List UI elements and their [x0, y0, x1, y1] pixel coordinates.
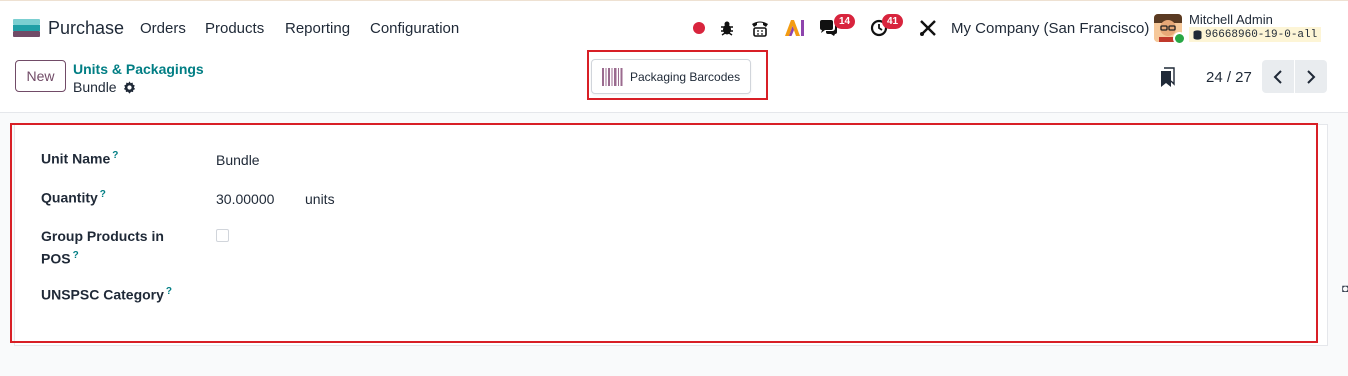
menu-configuration[interactable]: Configuration [370, 20, 459, 37]
activities-badge: 41 [882, 14, 904, 29]
app-grid-icon[interactable] [13, 19, 40, 37]
group-pos-checkbox[interactable] [216, 229, 229, 242]
next-record-button[interactable] [1295, 60, 1327, 93]
chevron-right-icon [1307, 69, 1316, 84]
menu-orders[interactable]: Orders [140, 20, 186, 37]
ai-icon[interactable] [781, 15, 807, 41]
edge-fragment: ◘ [1342, 283, 1348, 295]
company-switcher[interactable]: My Company (San Francisco) [951, 20, 1149, 37]
database-icon [1193, 29, 1202, 40]
group-pos-label: Group Products in [41, 228, 164, 244]
record-title: Bundle [73, 79, 136, 95]
app-name[interactable]: Purchase [48, 18, 124, 39]
quantity-input[interactable]: 30.00000 [216, 191, 274, 207]
help-tooltip-icon[interactable]: ? [112, 150, 118, 161]
help-tooltip-icon[interactable]: ? [73, 250, 79, 261]
previous-record-button[interactable] [1262, 60, 1294, 93]
menu-products[interactable]: Products [205, 20, 264, 37]
chevron-left-icon [1273, 69, 1282, 84]
user-name[interactable]: Mitchell Admin [1189, 12, 1273, 27]
gear-icon[interactable] [123, 80, 136, 94]
bookmark-icon[interactable] [1160, 67, 1176, 92]
help-tooltip-icon[interactable]: ? [100, 189, 106, 200]
group-pos-label-line2: POS? [41, 250, 79, 267]
unit-name-label: Unit Name? [41, 150, 118, 167]
unit-name-label-text: Unit Name [41, 150, 111, 167]
highlight-box-packaging [587, 50, 768, 100]
quantity-label: Quantity? [41, 189, 106, 206]
menu-reporting[interactable]: Reporting [285, 20, 350, 37]
pager-value[interactable]: 24 / 27 [1206, 69, 1252, 86]
unspsc-category-label: UNSPSC Category? [41, 286, 172, 303]
phone-icon[interactable] [747, 15, 773, 41]
messages-badge: 14 [834, 14, 856, 29]
unspsc-category-label-text: UNSPSC Category [41, 286, 164, 303]
highlight-box-form [10, 123, 1318, 343]
online-status-dot [1173, 32, 1186, 45]
help-tooltip-icon[interactable]: ? [166, 286, 172, 297]
unit-name-value[interactable]: Bundle [216, 152, 260, 168]
quantity-unit: units [305, 191, 335, 207]
breadcrumb-link[interactable]: Units & Packagings [73, 61, 204, 77]
quantity-label-text: Quantity [41, 189, 98, 206]
new-button[interactable]: New [15, 60, 66, 92]
database-chip: 96668960-19-0-all [1189, 27, 1322, 42]
database-name: 96668960-19-0-all [1205, 28, 1318, 41]
record-dot-icon[interactable] [686, 15, 712, 41]
top-navbar: Purchase Orders Products Reporting Confi… [0, 0, 1348, 55]
bug-icon[interactable] [714, 15, 740, 41]
group-pos-label-text: POS [41, 250, 71, 267]
record-name: Bundle [73, 79, 117, 95]
tools-icon[interactable] [915, 15, 941, 41]
